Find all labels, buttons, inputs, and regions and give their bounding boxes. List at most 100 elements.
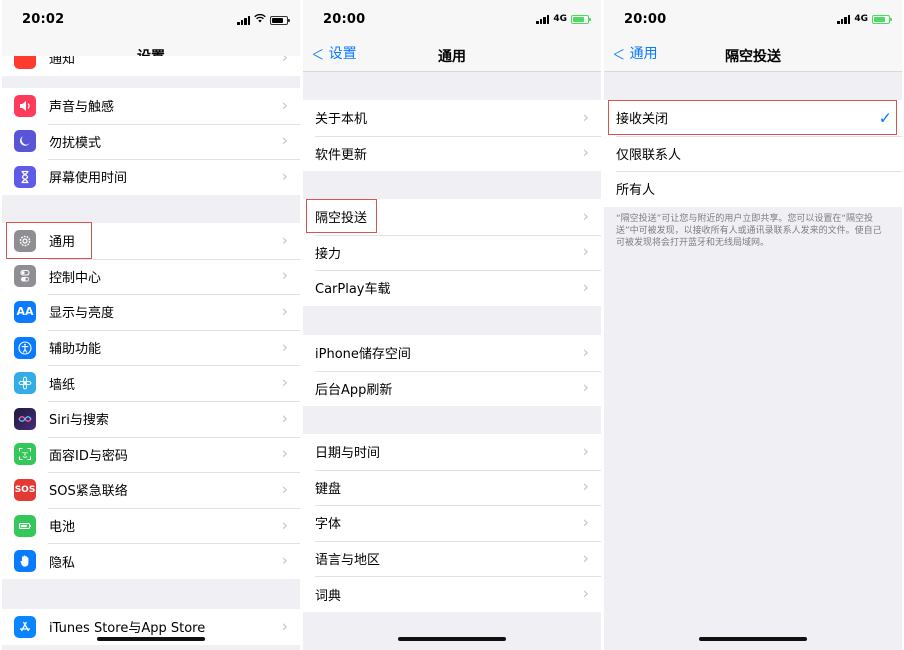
chevron-right-icon: › xyxy=(582,241,589,261)
row-label: 勿扰模式 xyxy=(49,135,102,151)
chevron-right-icon: › xyxy=(582,548,589,568)
chevron-right-icon: › xyxy=(281,130,288,150)
row-label: Siri与搜索 xyxy=(49,413,109,429)
settings-row-accessibility[interactable]: 辅助功能 › xyxy=(2,329,300,366)
wifi-icon xyxy=(254,13,266,26)
flower-icon xyxy=(14,372,36,395)
settings-group-1: 声音与触感 › 勿扰模式 › 屏幕使用时间 › xyxy=(2,88,300,195)
row-label: 电池 xyxy=(49,520,76,536)
general-row-fonts[interactable]: 字体 › xyxy=(303,505,601,541)
notifications-icon xyxy=(14,56,36,69)
general-screen: 20:00 4G < 设置 通用 关于本机 › 软件更新 › 隔空投送 › 接力 › C… xyxy=(303,0,601,650)
chevron-right-icon: › xyxy=(281,550,288,570)
cellular-signal-icon xyxy=(536,14,550,24)
nav-bar: < 通用 隔空投送 xyxy=(604,40,902,72)
settings-row-privacy[interactable]: 隐私 › xyxy=(2,543,300,579)
sos-icon: SOS xyxy=(14,478,36,501)
display-icon: AA xyxy=(14,300,36,323)
settings-row-dnd[interactable]: 勿扰模式 › xyxy=(2,123,300,160)
row-label: 后台App刷新 xyxy=(315,382,393,398)
row-label: 辅助功能 xyxy=(49,342,102,358)
cellular-signal-icon xyxy=(837,14,851,24)
chevron-right-icon: › xyxy=(582,377,589,397)
option-label: 接收关闭 xyxy=(616,112,669,128)
settings-group-2: 通用 › 控制中心 › AA 显示与亮度 › 辅助功能 › 墙纸 › Siri与… xyxy=(2,223,300,579)
chevron-right-icon: › xyxy=(281,616,288,636)
speaker-icon xyxy=(14,94,36,117)
settings-row-sos[interactable]: SOS SOS紧急联络 › xyxy=(2,472,300,508)
general-row-handoff[interactable]: 接力 › xyxy=(303,234,601,271)
settings-row-wallpaper[interactable]: 墙纸 › xyxy=(2,365,300,401)
siri-icon xyxy=(14,407,36,430)
home-indicator xyxy=(398,637,506,641)
toggles-icon xyxy=(14,265,36,288)
general-row-software-update[interactable]: 软件更新 › xyxy=(303,135,601,172)
chevron-right-icon: › xyxy=(582,583,589,603)
general-group-4: 日期与时间 › 键盘 › 字体 › 语言与地区 › 词典 › xyxy=(303,434,601,612)
option-label: 所有人 xyxy=(616,183,656,199)
settings-row-screen-time[interactable]: 屏幕使用时间 › xyxy=(2,159,300,195)
status-bar: 20:00 4G xyxy=(303,0,601,40)
general-row-dictionary[interactable]: 词典 › xyxy=(303,576,601,612)
row-label: 通用 xyxy=(49,235,76,251)
battery-status-icon xyxy=(270,15,290,25)
general-group-1: 关于本机 › 软件更新 › xyxy=(303,100,601,172)
home-indicator xyxy=(699,637,807,641)
chevron-right-icon: › xyxy=(281,301,288,321)
row-label: 接力 xyxy=(315,246,342,262)
settings-row-battery[interactable]: 电池 › xyxy=(2,507,300,544)
settings-row-siri[interactable]: Siri与搜索 › xyxy=(2,400,300,437)
chevron-right-icon: › xyxy=(281,337,288,357)
row-label: 面容ID与密码 xyxy=(49,448,128,464)
row-label: 隔空投送 xyxy=(315,211,368,227)
row-label: 键盘 xyxy=(315,481,342,497)
general-group-2: 隔空投送 › 接力 › CarPlay车载 › xyxy=(303,199,601,306)
status-time: 20:00 xyxy=(624,12,667,27)
settings-row-general[interactable]: 通用 › xyxy=(2,223,300,259)
general-row-airdrop[interactable]: 隔空投送 › xyxy=(303,199,601,235)
settings-row-face-id[interactable]: 面容ID与密码 › xyxy=(2,436,300,473)
row-label: 墙纸 xyxy=(49,377,76,393)
status-bar: 20:02 xyxy=(2,0,300,40)
row-label: 屏幕使用时间 xyxy=(49,171,128,187)
general-row-keyboard[interactable]: 键盘 › xyxy=(303,469,601,506)
chevron-right-icon: › xyxy=(582,107,589,127)
option-label: 仅限联系人 xyxy=(616,147,682,163)
general-row-carplay[interactable]: CarPlay车载 › xyxy=(303,270,601,306)
page-title: 通用 xyxy=(438,49,466,65)
row-label: 关于本机 xyxy=(315,112,368,128)
status-time: 20:00 xyxy=(323,12,366,27)
hourglass-icon xyxy=(14,165,36,188)
network-type: 4G xyxy=(854,14,868,24)
moon-icon xyxy=(14,130,36,153)
chevron-right-icon: › xyxy=(281,515,288,535)
row-label: iTunes Store与App Store xyxy=(49,621,206,637)
chevron-right-icon: › xyxy=(582,206,589,226)
row-label: 语言与地区 xyxy=(315,553,381,569)
settings-row-control-center[interactable]: 控制中心 › xyxy=(2,258,300,295)
partial-group: 通知 › xyxy=(2,56,300,76)
airdrop-option-everyone[interactable]: 所有人 xyxy=(604,171,902,207)
chevron-right-icon: › xyxy=(281,56,288,67)
accessibility-icon xyxy=(14,336,36,359)
chevron-right-icon: › xyxy=(281,265,288,285)
general-row-date-time[interactable]: 日期与时间 › xyxy=(303,434,601,470)
battery-icon xyxy=(14,514,36,537)
general-row-about[interactable]: 关于本机 › xyxy=(303,100,601,136)
chevron-right-icon: › xyxy=(281,166,288,186)
row-label: 软件更新 xyxy=(315,147,368,163)
settings-row-display[interactable]: AA 显示与亮度 › xyxy=(2,294,300,330)
airdrop-option-receiving-off[interactable]: 接收关闭 ✓ xyxy=(604,100,902,136)
general-row-storage[interactable]: iPhone储存空间 › xyxy=(303,335,601,371)
chevron-right-icon: › xyxy=(281,408,288,428)
network-type: 4G xyxy=(553,14,567,24)
settings-row-notifications[interactable]: 通知 › xyxy=(2,56,300,76)
general-row-background-refresh[interactable]: 后台App刷新 › xyxy=(303,370,601,407)
status-bar: 20:00 4G xyxy=(604,0,902,40)
airdrop-option-contacts-only[interactable]: 仅限联系人 xyxy=(604,135,902,172)
row-label: iPhone储存空间 xyxy=(315,347,411,363)
settings-row-sounds[interactable]: 声音与触感 › xyxy=(2,88,300,124)
chevron-right-icon: › xyxy=(582,142,589,162)
chevron-right-icon: › xyxy=(582,512,589,532)
general-row-language-region[interactable]: 语言与地区 › xyxy=(303,540,601,577)
